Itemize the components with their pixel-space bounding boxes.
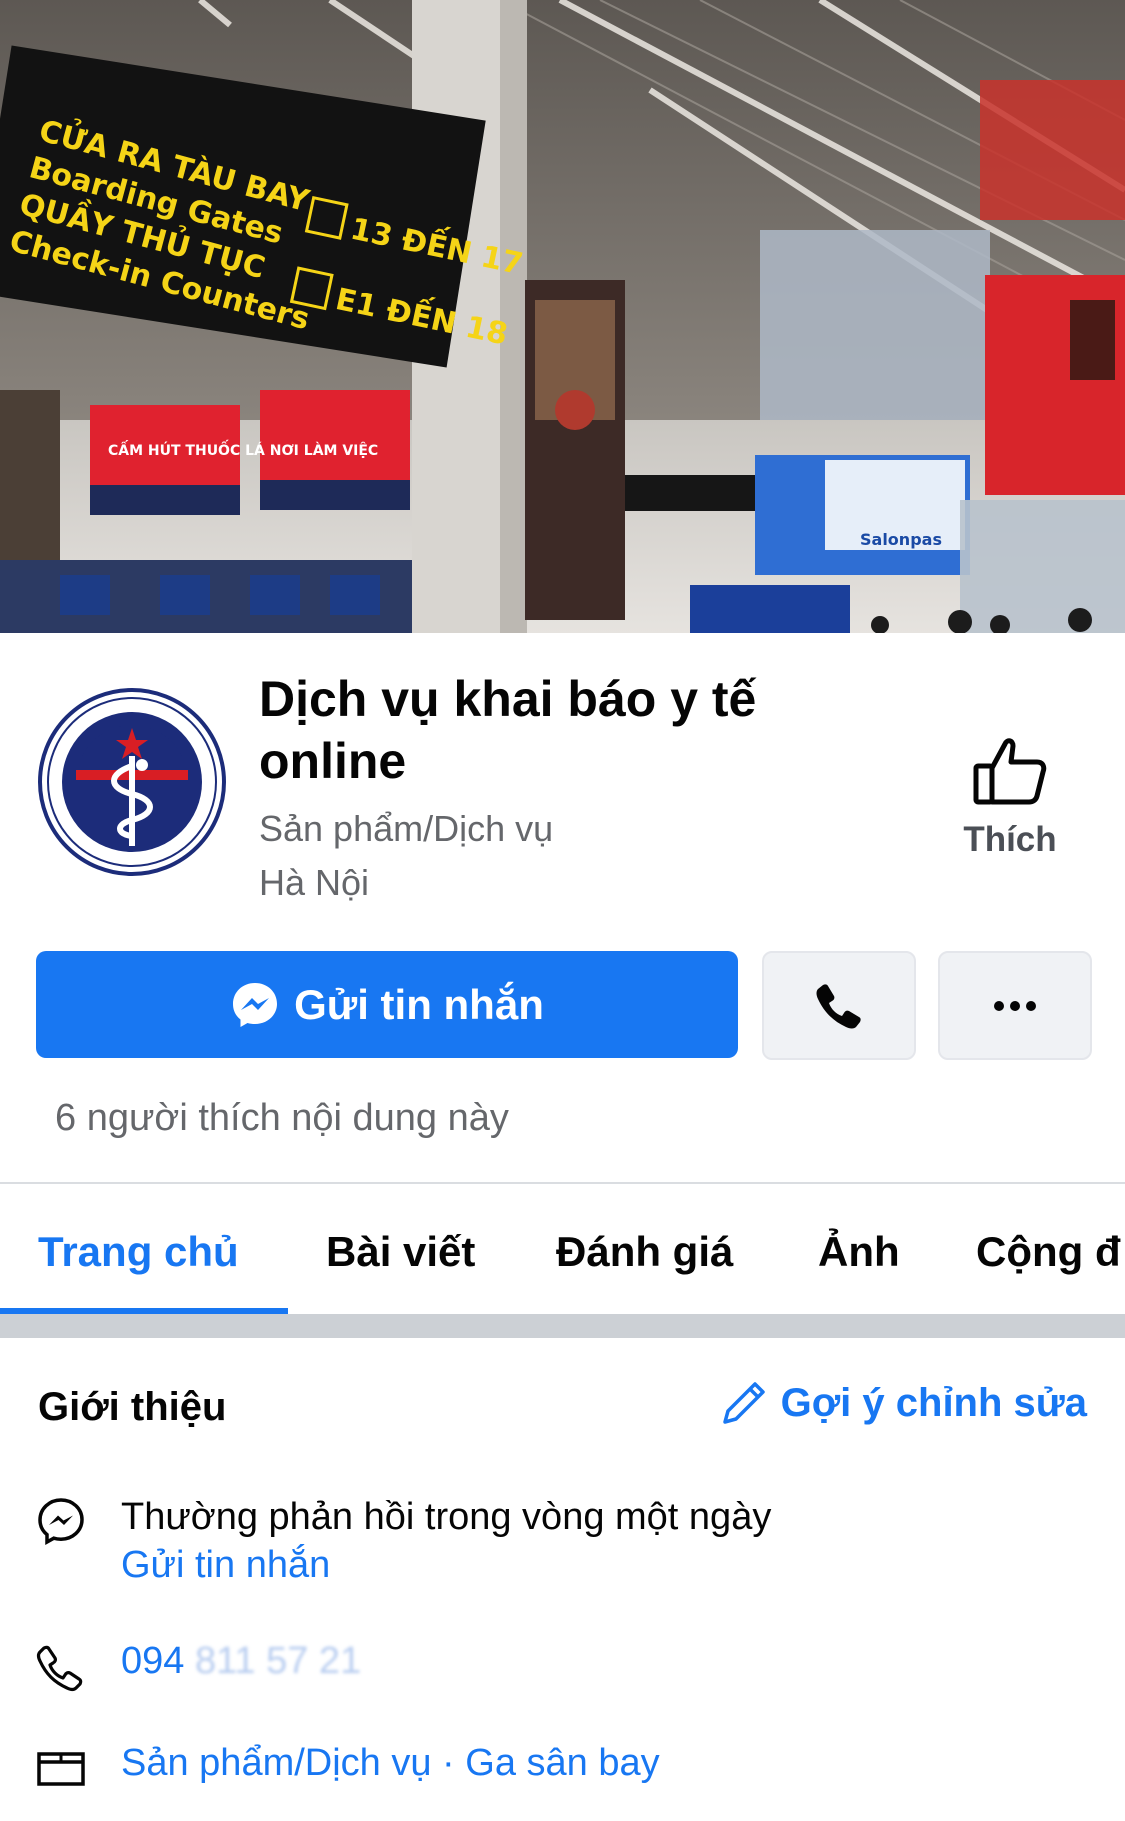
pencil-icon bbox=[722, 1382, 765, 1424]
like-label: Thích bbox=[963, 820, 1057, 859]
phone-number-blurred: 811 57 21 bbox=[194, 1640, 362, 1682]
section-separator bbox=[0, 1314, 1125, 1338]
ministry-of-health-logo bbox=[38, 688, 226, 876]
category-link[interactable]: Sản phẩm/Dịch vụ · Ga sân bay bbox=[121, 1742, 660, 1785]
messenger-outline-icon bbox=[38, 1498, 84, 1545]
tab-reviews[interactable]: Đánh giá bbox=[556, 1228, 733, 1276]
cover-photo-scene: CẤM HÚT THUỐC LÁ NƠI LÀM VIỆC CỬA RA TÀU… bbox=[0, 0, 1125, 633]
like-button[interactable]: Thích bbox=[940, 730, 1080, 880]
about-section-title: Giới thiệu bbox=[38, 1385, 227, 1429]
cover-photo: CẤM HÚT THUỐC LÁ NƠI LÀM VIỆC CỬA RA TÀU… bbox=[0, 0, 1125, 633]
send-message-link[interactable]: Gửi tin nhắn bbox=[121, 1544, 330, 1587]
ad-text: Salonpas bbox=[860, 530, 942, 549]
phone-icon bbox=[816, 983, 861, 1028]
page-title: Dịch vụ khai báo y tế online bbox=[259, 671, 757, 789]
more-options-button[interactable] bbox=[938, 951, 1092, 1060]
tab-posts[interactable]: Bài viết bbox=[326, 1228, 475, 1276]
page-tabs: Trang chủ Bài viết Đánh giá Ảnh Cộng đ bbox=[0, 1184, 1125, 1312]
send-message-label: Gửi tin nhắn bbox=[294, 980, 544, 1028]
phone-number[interactable]: 094 811 57 21 bbox=[121, 1640, 361, 1683]
more-icon bbox=[994, 1000, 1036, 1011]
tab-home[interactable]: Trang chủ bbox=[38, 1228, 239, 1276]
send-message-button[interactable]: Gửi tin nhắn bbox=[36, 951, 738, 1058]
tab-community[interactable]: Cộng đ bbox=[976, 1228, 1121, 1276]
page-location: Hà Nội bbox=[259, 862, 370, 903]
thumbs-up-icon bbox=[973, 738, 1047, 805]
storefront-icon bbox=[37, 1752, 85, 1786]
tab-photos[interactable]: Ảnh bbox=[818, 1228, 900, 1276]
messenger-icon bbox=[233, 982, 278, 1027]
page-likes-count: 6 người thích nội dung này bbox=[55, 1097, 509, 1139]
phone-outline-icon bbox=[36, 1645, 83, 1692]
page-category: Sản phẩm/Dịch vụ bbox=[259, 808, 554, 849]
suggest-edit-label: Gợi ý chỉnh sửa bbox=[780, 1380, 1087, 1425]
phone-number-visible: 094 bbox=[121, 1640, 185, 1682]
call-button[interactable] bbox=[762, 951, 916, 1060]
response-time-text: Thường phản hồi trong vòng một ngày bbox=[121, 1496, 772, 1538]
suggest-edit-link[interactable]: Gợi ý chỉnh sửa bbox=[721, 1380, 1087, 1426]
page-profile-picture[interactable] bbox=[36, 686, 228, 878]
